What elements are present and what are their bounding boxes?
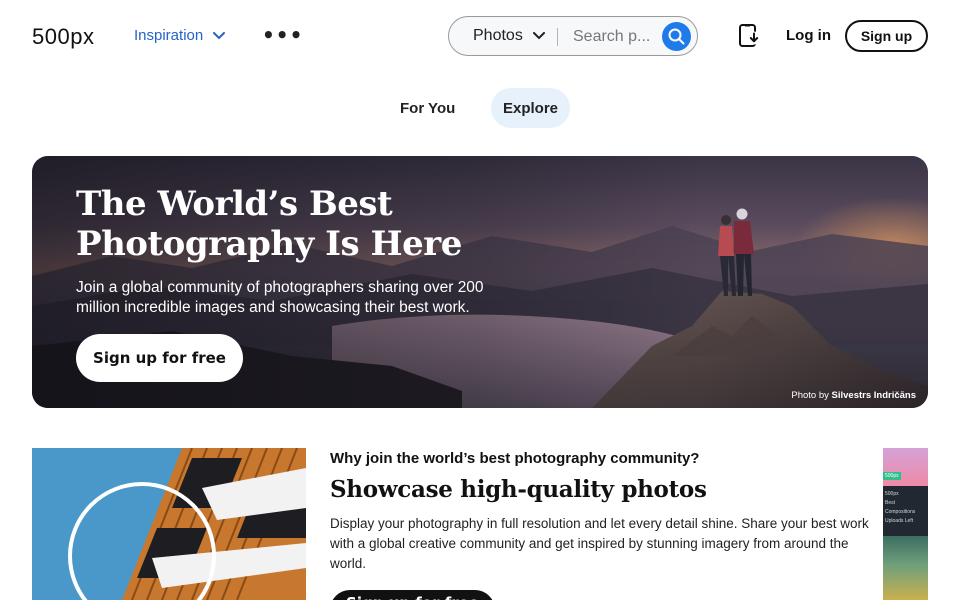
feature-image (32, 448, 306, 600)
login-link[interactable]: Log in (786, 27, 831, 44)
download-app-icon[interactable] (738, 23, 762, 49)
thumbnail-pink (883, 448, 928, 486)
search-type-label: Photos (473, 27, 523, 44)
hero-banner: The World’s Best Photography Is Here Joi… (32, 156, 928, 408)
thumbnail-tag: 500px (883, 472, 901, 480)
search-button[interactable] (662, 22, 691, 51)
hero-title-line1: The World’s Best (76, 184, 393, 224)
thumbnail-rainbow (883, 536, 928, 600)
more-menu-icon[interactable]: ••• (262, 24, 303, 46)
thumbnail-stats-line3: Uploads Left (885, 518, 914, 524)
signup-button[interactable]: Sign up (845, 20, 928, 52)
hero-subtitle: Join a global community of photographers… (76, 279, 484, 316)
hero-title-line2: Photography Is Here (76, 224, 462, 264)
inspiration-label: Inspiration (134, 27, 204, 44)
search-divider (557, 28, 558, 46)
chevron-down-icon (532, 32, 545, 40)
feature-kicker: Why join the world’s best photography co… (330, 450, 700, 467)
thumbnail-stats: 500px Best Compositions Uploads Left (883, 486, 928, 536)
tab-for-you[interactable]: For You (388, 88, 467, 128)
search-input[interactable] (573, 26, 663, 48)
photo-credit-prefix: Photo by (791, 390, 829, 401)
photo-credit-name[interactable]: Silvestrs Indričāns (832, 390, 916, 401)
feature-signup-button[interactable]: Sign up for free (330, 590, 495, 600)
inspiration-menu[interactable]: Inspiration (134, 27, 226, 44)
search-bar: Photos (448, 16, 698, 56)
feature-description: Display your photography in full resolut… (330, 516, 869, 571)
chevron-down-icon (213, 31, 226, 39)
feature-title: Showcase high-quality photos (330, 476, 707, 503)
side-thumbnail-strip: 500px 500px Best Compositions Uploads Le… (883, 448, 928, 600)
thumbnail-stats-line2: Best Compositions (885, 500, 916, 515)
500px-logo[interactable]: 500px (32, 24, 94, 50)
search-icon (668, 28, 685, 45)
photo-credit[interactable]: Photo by Silvestrs Indričāns (791, 390, 916, 401)
hero-title: The World’s Best Photography Is Here (76, 184, 496, 264)
hero-signup-button[interactable]: Sign up for free (76, 334, 243, 382)
tab-explore[interactable]: Explore (491, 88, 571, 128)
thumbnail-stats-line1: 500px (885, 491, 899, 497)
building-facade-image (32, 448, 306, 600)
search-type-dropdown[interactable]: Photos (473, 27, 545, 45)
top-navigation-bar: 500px Inspiration ••• Photos Log in Sign… (0, 0, 960, 72)
